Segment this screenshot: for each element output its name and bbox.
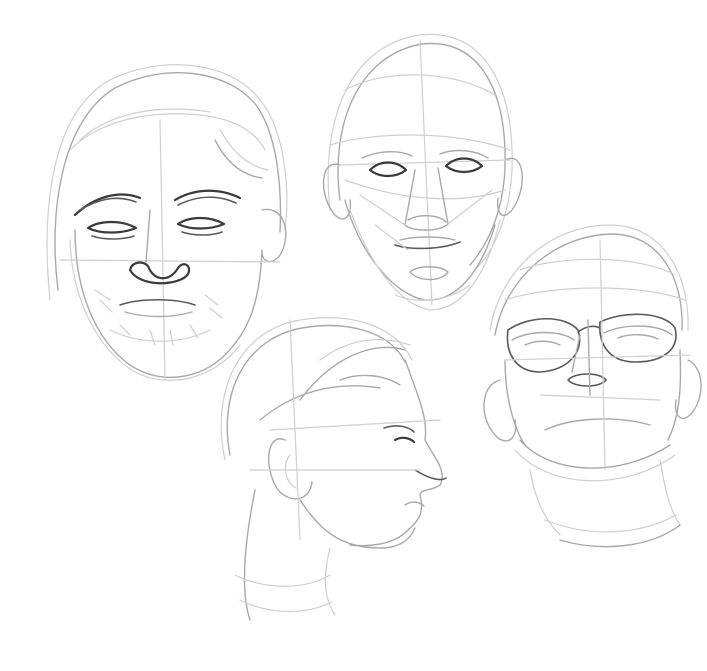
glasses-man-sketch [483,224,702,548]
sketch-sheet [46,33,702,621]
bald-head-sketch [322,33,523,311]
profile-head-sketch [220,317,447,621]
drawing-canvas [0,0,707,671]
bearded-man-sketch [46,64,288,381]
